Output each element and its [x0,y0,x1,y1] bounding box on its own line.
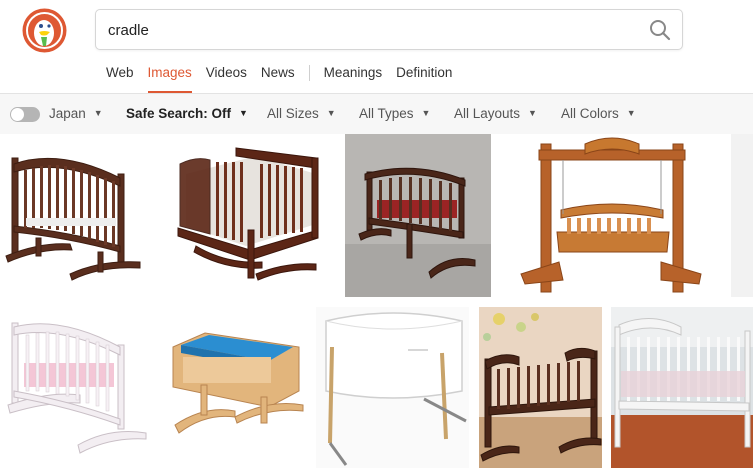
header: Web Images Videos News Meanings Definiti… [0,0,753,93]
tab-divider [308,65,310,81]
caret-down-icon: ▼ [326,108,336,118]
type-label: All Types [359,106,414,121]
layout-label: All Layouts [454,106,521,121]
caret-down-icon: ▼ [93,108,103,118]
tab-videos[interactable]: Videos [206,64,247,93]
tab-news[interactable]: News [261,64,295,93]
tab-definition[interactable]: Definition [396,64,452,93]
region-filter[interactable]: Japan ▼ [49,106,103,121]
size-filter[interactable]: All Sizes ▼ [267,106,336,121]
image-result[interactable] [479,307,602,468]
tab-meanings[interactable]: Meanings [324,64,383,93]
safe-search-label: Safe Search: Off [126,106,232,121]
image-result[interactable] [0,134,157,297]
duckduckgo-logo-icon[interactable] [22,8,67,53]
caret-down-icon: ▼ [626,108,636,118]
caret-down-icon: ▼ [528,108,537,118]
safe-search-filter[interactable]: Safe Search: Off ▼ [126,106,248,121]
tab-web[interactable]: Web [106,64,134,93]
image-result[interactable] [731,134,753,297]
color-filter[interactable]: All Colors ▼ [561,106,636,121]
size-label: All Sizes [267,106,319,121]
search-icon[interactable] [648,18,672,42]
region-label: Japan [49,106,86,121]
image-result[interactable] [316,307,469,468]
toggle-knob [11,108,24,121]
search-box [95,9,683,50]
image-result[interactable] [345,134,491,297]
search-input[interactable] [108,18,628,42]
region-toggle[interactable] [10,107,40,122]
color-label: All Colors [561,106,619,121]
image-result[interactable] [165,307,306,468]
image-result[interactable] [0,307,157,468]
search-tabs: Web Images Videos News Meanings Definiti… [106,64,466,93]
caret-down-icon: ▼ [239,108,248,118]
image-result[interactable] [611,307,753,468]
layout-filter[interactable]: All Layouts ▼ [454,106,537,121]
tab-images[interactable]: Images [147,64,192,93]
filter-bar: Japan ▼ Safe Search: Off ▼ All Sizes ▼ All … [0,93,753,134]
image-result[interactable] [501,134,721,297]
image-result[interactable] [166,134,335,297]
caret-down-icon: ▼ [421,108,431,118]
type-filter[interactable]: All Types ▼ [359,106,430,121]
